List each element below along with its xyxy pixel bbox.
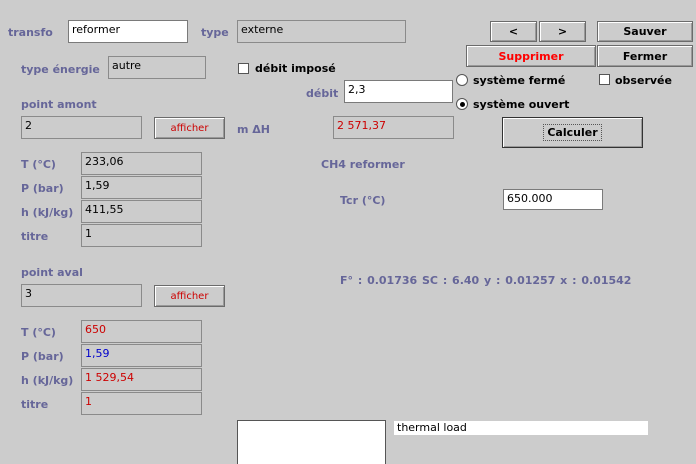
aval-p-value: 1,59: [81, 344, 202, 367]
observee-checkbox[interactable]: [599, 74, 610, 85]
point-aval-afficher-button[interactable]: afficher: [154, 285, 225, 307]
ch4-summary: F° : 0.01736 SC : 6.40 y : 0.01257 x : 0…: [340, 274, 632, 287]
amont-p-value: 1,59: [81, 176, 202, 199]
systeme-ouvert-label: système ouvert: [473, 98, 570, 111]
type-energie-field: autre: [108, 56, 206, 79]
transfo-field[interactable]: reformer: [68, 20, 188, 43]
m-dh-field: 2 571,37: [333, 116, 454, 139]
amont-t-value: 233,06: [81, 152, 202, 175]
amont-h-value: 411,55: [81, 200, 202, 223]
type-field: externe: [237, 20, 406, 43]
debit-field[interactable]: 2,3: [344, 80, 453, 103]
amont-titre-label: titre: [21, 230, 49, 243]
close-button[interactable]: Fermer: [597, 45, 693, 67]
systeme-ouvert-radio[interactable]: [456, 98, 468, 110]
type-label: type: [201, 26, 229, 39]
ch4-title: CH4 reformer: [321, 158, 405, 171]
m-dh-label: m ΔH: [237, 123, 271, 136]
save-button[interactable]: Sauver: [597, 21, 693, 42]
systeme-ferme-label: système fermé: [473, 74, 566, 87]
point-amont-field[interactable]: 2: [21, 116, 142, 139]
aval-h-label: h (kJ/kg): [21, 374, 74, 387]
calculate-button-label: Calculer: [543, 124, 602, 141]
amont-h-label: h (kJ/kg): [21, 206, 74, 219]
point-amont-title: point amont: [21, 98, 97, 111]
tcr-field[interactable]: 650.000: [503, 189, 603, 210]
next-button[interactable]: >: [539, 21, 586, 42]
amont-t-label: T (°C): [21, 158, 56, 171]
type-energie-label: type énergie: [21, 63, 100, 76]
thermal-list-box[interactable]: [237, 420, 386, 464]
debit-label: débit: [306, 87, 339, 100]
transfo-label: transfo: [8, 26, 53, 39]
delete-button[interactable]: Supprimer: [466, 45, 596, 67]
point-aval-title: point aval: [21, 266, 83, 279]
point-amont-afficher-button[interactable]: afficher: [154, 117, 225, 139]
debit-impose-checkbox[interactable]: [238, 63, 249, 74]
aval-titre-value: 1: [81, 392, 202, 415]
previous-button[interactable]: <: [490, 21, 537, 42]
debit-impose-label: débit imposé: [255, 62, 336, 75]
systeme-ferme-radio[interactable]: [456, 74, 468, 86]
amont-titre-value: 1: [81, 224, 202, 247]
point-aval-field[interactable]: 3: [21, 284, 142, 307]
aval-t-value: 650: [81, 320, 202, 343]
aval-h-value: 1 529,54: [81, 368, 202, 391]
aval-t-label: T (°C): [21, 326, 56, 339]
aval-p-label: P (bar): [21, 350, 64, 363]
aval-titre-label: titre: [21, 398, 49, 411]
observee-label: observée: [615, 74, 672, 87]
calculate-button[interactable]: Calculer: [502, 117, 643, 148]
thermal-load-field[interactable]: thermal load: [394, 421, 648, 435]
amont-p-label: P (bar): [21, 182, 64, 195]
tcr-label: Tcr (°C): [340, 194, 386, 207]
